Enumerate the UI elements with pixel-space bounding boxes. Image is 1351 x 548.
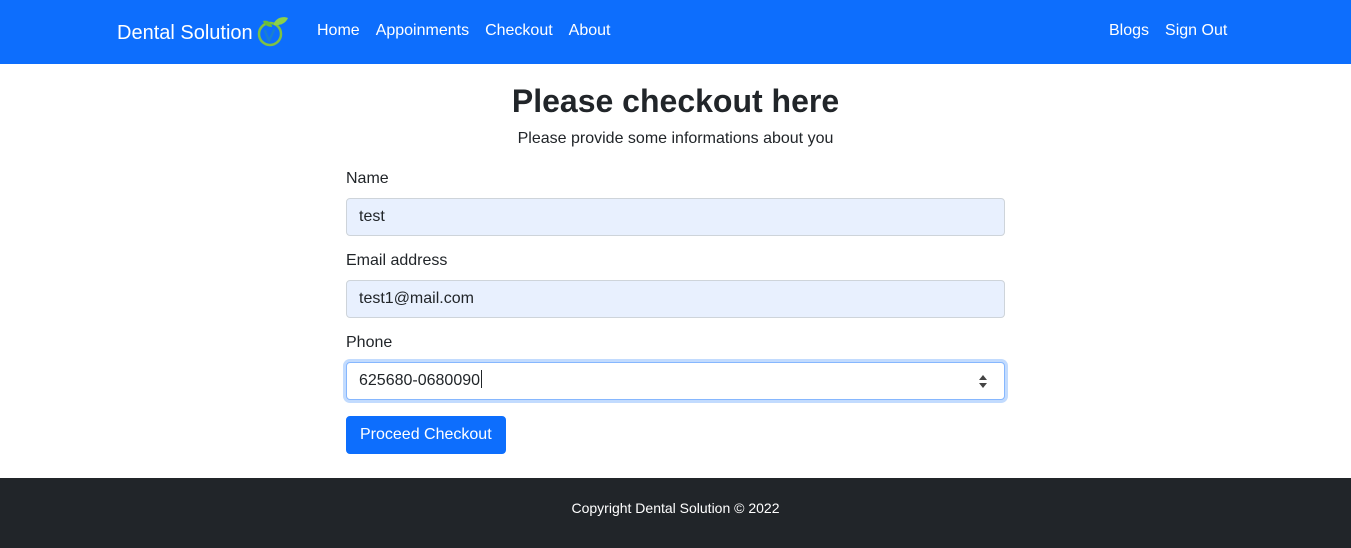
name-group: Name test	[346, 168, 1005, 236]
checkout-form: Name test Email address test1@mail.com P…	[346, 168, 1005, 454]
proceed-checkout-button[interactable]: Proceed Checkout	[346, 416, 506, 454]
name-input-value: test	[359, 208, 385, 225]
nav-sign-out[interactable]: Sign Out	[1165, 20, 1227, 42]
phone-input-value: 625680-0680090	[359, 372, 481, 389]
name-input[interactable]: test	[346, 198, 1005, 236]
email-input[interactable]: test1@mail.com	[346, 280, 1005, 318]
email-label: Email address	[346, 252, 448, 269]
page-footer: Copyright Dental Solution © 2022	[0, 478, 1351, 548]
user-nav: Blogs Sign Out	[1109, 20, 1227, 42]
tooth-leaf-logo-icon	[257, 17, 288, 47]
number-spinner[interactable]	[976, 370, 990, 392]
nav-appointments[interactable]: Appoinments	[376, 20, 469, 42]
phone-input[interactable]: 625680-0680090	[346, 362, 1005, 400]
brand-name: Dental Solution	[117, 22, 253, 44]
main-nav: Home Appoinments Checkout About	[317, 20, 610, 42]
nav-about[interactable]: About	[569, 20, 611, 42]
page-subtitle: Please provide some informations about y…	[517, 130, 834, 147]
name-label: Name	[346, 170, 389, 187]
copyright-text: Copyright Dental Solution © 2022	[571, 500, 780, 516]
nav-blogs[interactable]: Blogs	[1109, 20, 1149, 42]
spin-up-icon[interactable]	[979, 374, 987, 380]
page-title: Please checkout here	[511, 83, 840, 119]
phone-label: Phone	[346, 334, 393, 351]
nav-checkout[interactable]: Checkout	[485, 20, 553, 42]
text-caret	[481, 370, 483, 389]
email-group: Email address test1@mail.com	[346, 250, 1005, 318]
nav-home[interactable]: Home	[317, 20, 360, 42]
phone-group: Phone 625680-0680090	[346, 332, 1005, 400]
brand-link[interactable]: Dental Solution	[117, 16, 291, 50]
top-navbar: Dental Solution Home Appoinments Checkou…	[0, 0, 1351, 64]
email-input-value: test1@mail.com	[359, 290, 474, 307]
spin-down-icon[interactable]	[979, 382, 987, 388]
